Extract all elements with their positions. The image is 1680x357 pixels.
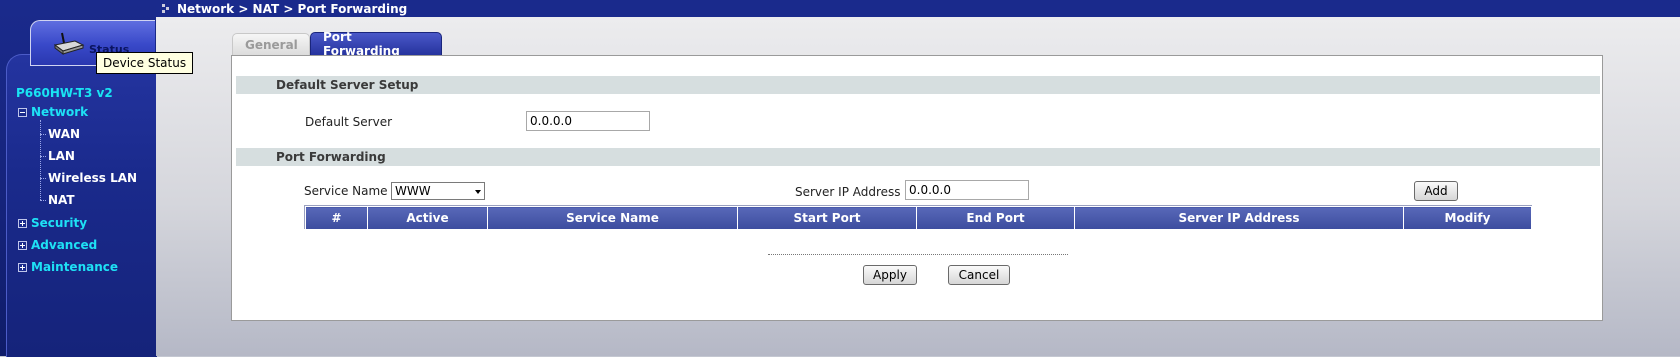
router-icon xyxy=(53,32,85,55)
nav-network[interactable]: Network xyxy=(18,105,88,119)
dropdown-arrow-icon xyxy=(475,190,481,194)
expand-icon xyxy=(18,218,27,228)
apply-button[interactable]: Apply xyxy=(863,265,917,285)
tree-line xyxy=(40,120,41,200)
nav-advanced[interactable]: Advanced xyxy=(18,238,97,252)
col-end-port: End Port xyxy=(916,206,1075,230)
default-server-setup-header: Default Server Setup xyxy=(236,76,1600,94)
port-forwarding-table: # Active Service Name Start Port End Por… xyxy=(304,205,1532,230)
nav-lan[interactable]: LAN xyxy=(48,149,75,163)
col-modify: Modify xyxy=(1403,206,1532,230)
col-index: # xyxy=(305,206,368,230)
tree-branch xyxy=(40,156,46,157)
divider xyxy=(768,254,1068,255)
port-forwarding-header: Port Forwarding xyxy=(236,148,1600,166)
expand-icon xyxy=(18,262,27,272)
col-server-ip: Server IP Address xyxy=(1074,206,1404,230)
table: # Active Service Name Start Port End Por… xyxy=(305,206,1532,230)
tab-port-forwarding[interactable]: Port Forwarding xyxy=(310,30,442,58)
nav-wireless-lan[interactable]: Wireless LAN xyxy=(48,171,137,185)
nav-wan[interactable]: WAN xyxy=(48,127,80,141)
nav-network-label: Network xyxy=(31,105,89,119)
collapse-icon xyxy=(18,107,27,117)
sidebar: Status Device Status P660HW-T3 v2 Networ… xyxy=(0,0,194,357)
service-name-value: WWW xyxy=(395,184,431,198)
table-header-row: # Active Service Name Start Port End Por… xyxy=(305,206,1532,230)
col-start-port: Start Port xyxy=(737,206,917,230)
content-panel: Default Server Setup Default Server Port… xyxy=(231,55,1603,321)
device-status-tooltip: Device Status xyxy=(96,52,194,74)
nav-security-label: Security xyxy=(31,216,88,230)
tree-branch xyxy=(40,134,46,135)
col-active: Active xyxy=(367,206,488,230)
breadcrumb-icon xyxy=(162,4,169,13)
expand-icon xyxy=(18,240,27,250)
default-server-label: Default Server xyxy=(305,115,393,129)
tree-branch xyxy=(40,200,46,201)
add-button[interactable]: Add xyxy=(1414,181,1458,201)
default-server-input[interactable] xyxy=(526,111,650,131)
nav-security[interactable]: Security xyxy=(18,216,87,230)
server-ip-input[interactable] xyxy=(905,180,1029,200)
nav-maintenance-label: Maintenance xyxy=(31,260,119,274)
nav-maintenance[interactable]: Maintenance xyxy=(18,260,118,274)
nav-advanced-label: Advanced xyxy=(31,238,98,252)
service-name-select[interactable]: WWW xyxy=(391,182,485,200)
tab-general[interactable]: General xyxy=(232,33,310,55)
cancel-button[interactable]: Cancel xyxy=(948,265,1010,285)
breadcrumb-bar: Network > NAT > Port Forwarding xyxy=(156,0,1680,17)
nav-nat[interactable]: NAT xyxy=(48,193,75,207)
tree-branch xyxy=(40,178,46,179)
col-service-name: Service Name xyxy=(487,206,738,230)
breadcrumb: Network > NAT > Port Forwarding xyxy=(177,1,408,16)
server-ip-label: Server IP Address xyxy=(795,185,901,199)
service-name-label: Service Name xyxy=(304,184,388,198)
device-model: P660HW-T3 v2 xyxy=(16,86,113,100)
